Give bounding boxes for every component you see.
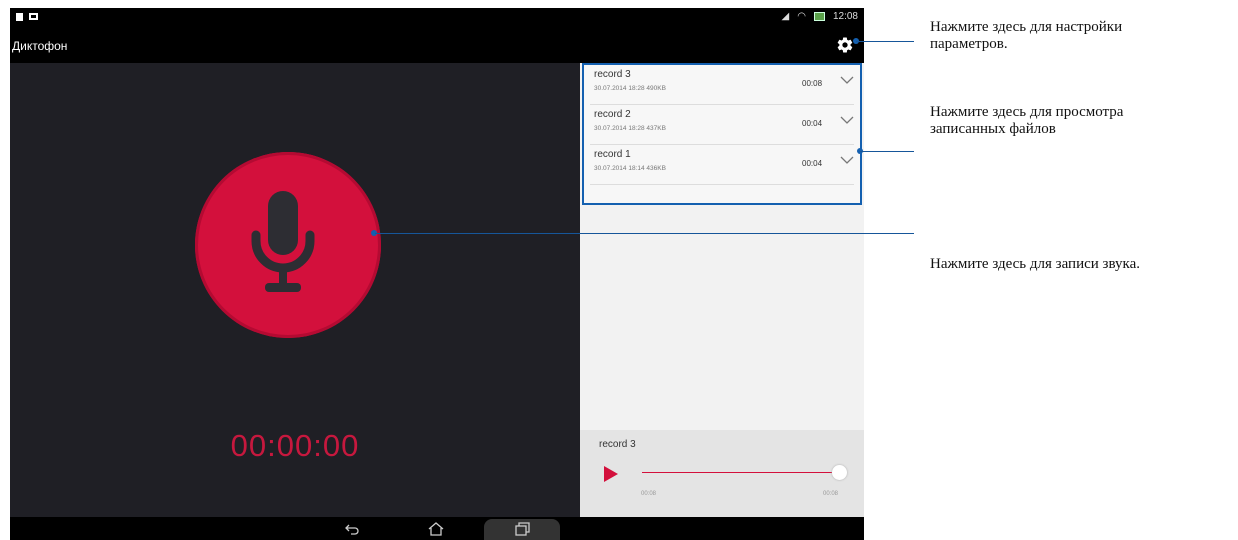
status-bar-notifications [16,13,38,21]
callout-settings-text: Нажмите здесь для настройки параметров. [930,19,1122,53]
callout-files-line1: Нажмите здесь для просмотра [930,104,1124,120]
app-title: Диктофон [12,39,68,53]
player-track-name: record 3 [599,439,636,450]
callout-line-settings [856,41,914,42]
tablet-screen: ◢ ◠ 12:08 Диктофон 00:00:00 record 3 30.… [10,8,864,540]
callout-files-text: Нажмите здесь для просмотра записанных ф… [930,104,1123,138]
battery-icon [813,12,825,21]
microphone-icon [251,191,315,292]
action-bar: Диктофон [10,28,864,63]
status-bar: ◢ ◠ 12:08 [10,8,864,28]
player-time-end: 00:08 [823,491,839,497]
recording-meta: 30.07.2014 18:14 436KB [594,165,666,172]
chevron-down-icon[interactable] [840,155,854,165]
recordings-list: record 3 30.07.2014 18:28 490KB 00:08 re… [582,63,862,205]
recent-apps-icon[interactable] [514,522,530,536]
list-item[interactable]: record 2 30.07.2014 18:28 437KB 00:04 [584,105,860,145]
notification-icon [16,13,23,21]
signal-icon: ◢ [781,11,790,22]
settings-gear-icon[interactable] [836,36,854,54]
callout-record-text: Нажмите здесь для записи звука. [930,256,1141,272]
recording-meta: 30.07.2014 18:28 490KB [594,85,666,92]
recording-name: record 1 [594,149,631,160]
home-icon[interactable] [428,522,444,536]
recording-meta: 30.07.2014 18:28 437KB [594,125,666,132]
recording-name: record 2 [594,109,631,120]
list-item[interactable]: record 3 30.07.2014 18:28 490KB 00:08 [584,65,860,105]
playback-progress-track[interactable] [642,472,840,473]
chevron-down-icon[interactable] [840,75,854,85]
callout-settings-line2: параметров. [930,36,1008,52]
wifi-icon: ◠ [797,11,806,22]
back-icon[interactable] [344,522,360,536]
player-time-start: 00:08 [641,491,657,497]
callout-line-files [860,151,914,152]
gallery-icon [29,13,38,20]
play-icon[interactable] [604,466,618,482]
status-time: 12:08 [832,11,858,22]
callout-settings-line1: Нажмите здесь для настройки [930,19,1123,35]
recording-duration: 00:08 [802,79,823,88]
recording-duration: 00:04 [802,159,823,168]
playback-bar: record 3 00:08 00:08 [580,430,864,517]
callout-line-record [375,233,914,234]
list-item[interactable]: record 1 30.07.2014 18:14 436KB 00:04 [584,145,860,185]
chevron-down-icon[interactable] [840,115,854,125]
navigation-bar [10,517,864,540]
divider [590,184,854,185]
status-bar-system: ◢ ◠ 12:08 [782,11,858,22]
recorder-panel: 00:00:00 [10,63,580,540]
callout-files-line2: записанных файлов [930,121,1056,137]
playback-slider-handle[interactable] [832,465,847,480]
recording-timer: 00:00:00 [230,428,360,463]
recording-duration: 00:04 [802,119,823,128]
recording-name: record 3 [594,69,631,80]
